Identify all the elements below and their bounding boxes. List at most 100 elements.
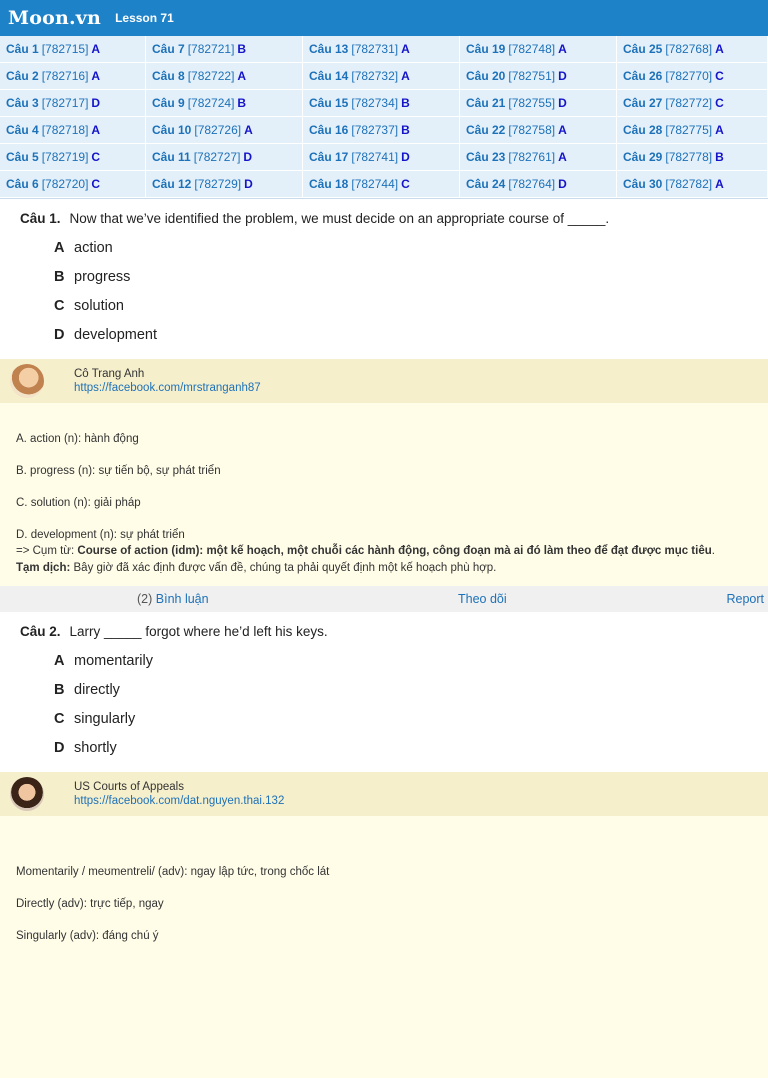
answer-letter: D (91, 96, 101, 110)
answer-key-cell[interactable]: Câu 12 [782729] D (146, 171, 303, 198)
answer-key-cell[interactable]: Câu 7 [782721] B (146, 36, 303, 63)
answer-key-cell[interactable]: Câu 17 [782741] D (303, 144, 460, 171)
answer-key-cell[interactable]: Câu 3 [782717] D (0, 90, 146, 117)
answer-letter: A (91, 42, 101, 56)
answer-question-number: Câu 21 (466, 96, 506, 110)
option-letter: A (54, 239, 65, 256)
answer-question-number: Câu 12 (152, 177, 192, 191)
answer-key-cell[interactable]: Câu 5 [782719] C (0, 144, 146, 171)
answer-key-cell[interactable]: Câu 25 [782768] A (617, 36, 768, 63)
answer-question-number: Câu 11 (152, 150, 191, 164)
options-list: Aaction Bprogress Csolution Ddevelopment (20, 233, 748, 349)
option-a[interactable]: Aaction (20, 233, 748, 262)
answer-question-id: [782761] (508, 150, 556, 164)
answer-key-cell[interactable]: Câu 2 [782716] A (0, 63, 146, 90)
comment-bar: (2) Bình luận Theo dõi Report (0, 586, 768, 612)
answer-key-cell[interactable]: Câu 9 [782724] B (146, 90, 303, 117)
answer-key-cell[interactable]: Câu 30 [782782] A (617, 171, 768, 198)
follow-link[interactable]: Theo dõi (458, 592, 507, 606)
answer-question-id: [782775] (665, 123, 713, 137)
lesson-title: Lesson 71 (115, 11, 174, 25)
phrase-prefix: => Cụm từ: (16, 545, 78, 557)
answer-question-id: [782717] (41, 96, 89, 110)
answer-letter: D (558, 177, 567, 191)
report-link[interactable]: Report (726, 592, 764, 606)
answer-question-number: Câu 9 (152, 96, 185, 110)
answer-key-cell[interactable]: Câu 11 [782727] D (146, 144, 303, 171)
answer-letter: A (715, 123, 724, 137)
answer-question-number: Câu 22 (466, 123, 506, 137)
answer-key-cell[interactable]: Câu 13 [782731] A (303, 36, 460, 63)
answer-key-cell[interactable]: Câu 21 [782755] D (460, 90, 617, 117)
answer-letter: C (91, 177, 101, 191)
answer-question-id: [782751] (508, 69, 556, 83)
answer-key-cell[interactable]: Câu 4 [782718] A (0, 117, 146, 144)
comment-count: (2) (137, 592, 153, 606)
answer-letter: A (558, 123, 567, 137)
option-d[interactable]: Dshortly (20, 733, 748, 762)
answer-letter: C (715, 69, 724, 83)
answer-question-id: [782768] (665, 42, 713, 56)
teacher-name: US Courts of Appeals (74, 781, 184, 793)
answer-key-cell[interactable]: Câu 14 [782732] A (303, 63, 460, 90)
answer-question-id: [782731] (351, 42, 399, 56)
option-text: action (74, 239, 113, 256)
answer-key-cell[interactable]: Câu 6 [782720] C (0, 171, 146, 198)
explanation-line: Momentarily / meʊmentreli/ (adv): ngay l… (16, 866, 330, 878)
option-a[interactable]: Amomentarily (20, 646, 748, 675)
option-b[interactable]: Bdirectly (20, 675, 748, 704)
answer-question-id: [782778] (665, 150, 713, 164)
answer-letter: A (237, 69, 247, 83)
answer-question-id: [782737] (351, 123, 399, 137)
answer-key-cell[interactable]: Câu 1 [782715] A (0, 36, 146, 63)
answer-question-number: Câu 18 (309, 177, 349, 191)
answer-letter: A (401, 42, 410, 56)
site-logo[interactable]: Moon.vn (8, 7, 101, 29)
answer-key-cell[interactable]: Câu 20 [782751] D (460, 63, 617, 90)
question-text: Now that we’ve identified the problem, w… (69, 211, 610, 226)
explanation-line: Directly (adv): trực tiếp, ngay (16, 898, 164, 910)
option-c[interactable]: Csolution (20, 291, 748, 320)
answer-key-cell[interactable]: Câu 15 [782734] B (303, 90, 460, 117)
answer-question-number: Câu 26 (623, 69, 663, 83)
answer-letter: D (244, 177, 253, 191)
answer-letter: A (401, 69, 410, 83)
avatar[interactable] (10, 364, 44, 398)
option-c[interactable]: Csingularly (20, 704, 748, 733)
answer-letter: A (715, 42, 724, 56)
answer-key-cell[interactable]: Câu 19 [782748] A (460, 36, 617, 63)
question-2: Câu 2. Larry _____ forgot where he’d lef… (0, 612, 768, 762)
teacher-facebook-link[interactable]: https://facebook.com/dat.nguyen.thai.132 (74, 795, 284, 807)
option-d[interactable]: Ddevelopment (20, 320, 748, 349)
answer-letter: C (91, 150, 101, 164)
answer-key-cell[interactable]: Câu 28 [782775] A (617, 117, 768, 144)
answer-key-cell[interactable]: Câu 10 [782726] A (146, 117, 303, 144)
answer-key-cell[interactable]: Câu 24 [782764] D (460, 171, 617, 198)
answer-key-cell[interactable]: Câu 23 [782761] A (460, 144, 617, 171)
option-text: development (74, 326, 158, 343)
option-letter: C (54, 710, 65, 727)
answer-key-cell[interactable]: Câu 18 [782744] C (303, 171, 460, 198)
answer-key-cell[interactable]: Câu 22 [782758] A (460, 117, 617, 144)
answer-key-cell[interactable]: Câu 16 [782737] B (303, 117, 460, 144)
answer-letter: A (558, 150, 567, 164)
answer-key-cell[interactable]: Câu 8 [782722] A (146, 63, 303, 90)
answer-letter: A (244, 123, 253, 137)
teacher-facebook-link[interactable]: https://facebook.com/mrstranganh87 (74, 382, 261, 394)
answer-letter: A (558, 42, 567, 56)
answer-letter: D (243, 150, 253, 164)
answer-letter: D (558, 96, 567, 110)
answer-key-cell[interactable]: Câu 26 [782770] C (617, 63, 768, 90)
option-letter: A (54, 652, 65, 669)
answer-question-id: [782724] (187, 96, 235, 110)
comments-link[interactable]: (2) Bình luận (137, 592, 209, 606)
avatar[interactable] (10, 777, 44, 811)
translation-label: Tạm dịch: (16, 562, 71, 574)
option-b[interactable]: Bprogress (20, 262, 748, 291)
answer-question-id: [782721] (187, 42, 235, 56)
answer-key-cell[interactable]: Câu 29 [782778] B (617, 144, 768, 171)
explanation-line: D. development (n): sự phát triển (16, 529, 185, 541)
answer-question-number: Câu 1 (6, 42, 39, 56)
answer-key-cell[interactable]: Câu 27 [782772] C (617, 90, 768, 117)
explanation-panel: Momentarily / meʊmentreli/ (adv): ngay l… (0, 816, 768, 1078)
